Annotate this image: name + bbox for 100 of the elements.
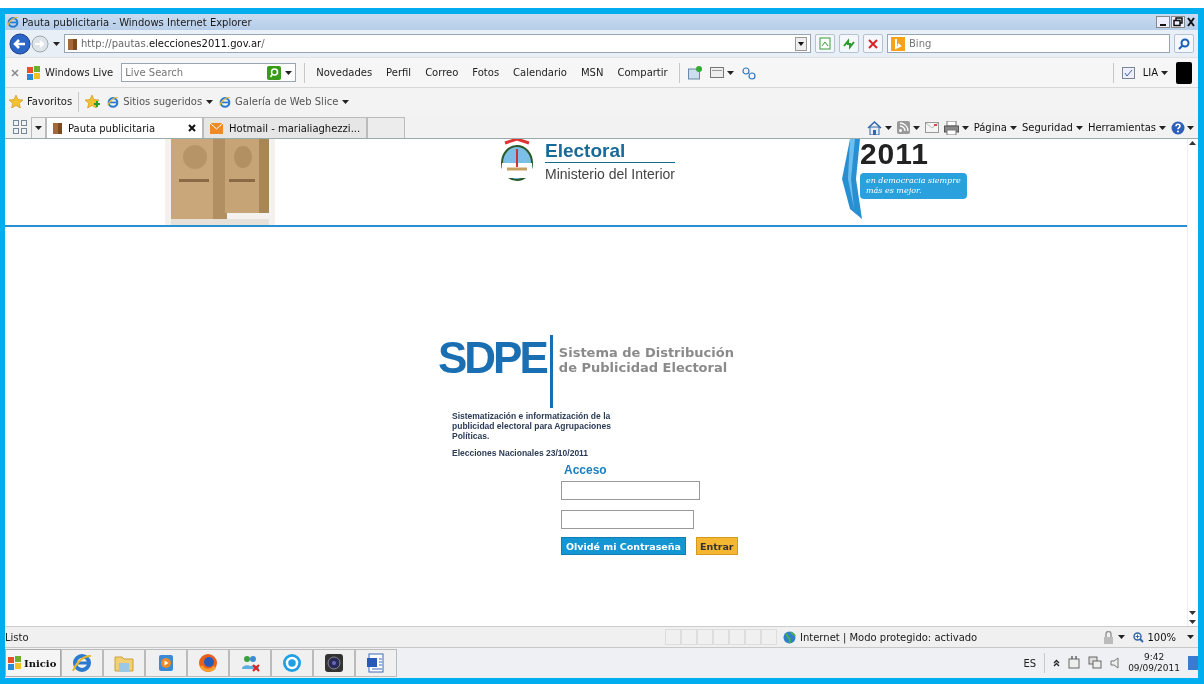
toolbar-brand[interactable]: Windows Live xyxy=(45,67,114,78)
zoom-menu[interactable]: 100% xyxy=(1133,631,1194,643)
globe-icon xyxy=(197,652,220,674)
checkbox-icon[interactable] xyxy=(1121,66,1135,79)
submit-button[interactable]: Entrar xyxy=(695,537,738,555)
toolbar-link[interactable]: Correo xyxy=(422,67,462,78)
address-field[interactable]: http://pautas.elecciones2011.gov.ar/ xyxy=(64,34,811,53)
caret-icon[interactable] xyxy=(342,99,350,104)
webcam-icon xyxy=(323,652,346,674)
taskbar-button[interactable] xyxy=(187,649,230,677)
help-icon[interactable] xyxy=(1171,120,1185,135)
search-field[interactable]: Bing xyxy=(909,38,1166,49)
favorites-item[interactable]: Galería de Web Slice xyxy=(235,96,339,107)
banner-title: Electoral xyxy=(545,140,675,163)
command-menu[interactable]: Herramientas xyxy=(1087,122,1166,133)
toolbar-link[interactable]: Fotos xyxy=(469,67,503,78)
language-indicator[interactable]: ES xyxy=(1023,657,1037,669)
browser-tab[interactable]: Hotmail - marialiaghezzi... xyxy=(203,117,368,138)
caret-icon[interactable] xyxy=(961,125,969,130)
caret-icon[interactable] xyxy=(206,99,214,104)
year-logo: 2011 xyxy=(859,139,931,169)
refresh-icon xyxy=(842,37,856,50)
restore-icon[interactable] xyxy=(1171,16,1185,28)
windows-flag-icon xyxy=(27,65,41,80)
quick-tabs-icon[interactable] xyxy=(13,120,27,134)
caret-icon[interactable] xyxy=(1161,70,1168,75)
magnifier-icon xyxy=(1133,631,1145,643)
command-menu[interactable]: Página xyxy=(973,122,1017,133)
search-box[interactable]: Live Search xyxy=(121,63,297,82)
username-field[interactable] xyxy=(561,481,700,500)
page-icon xyxy=(107,95,120,108)
favorites-item[interactable]: Sitios sugeridos xyxy=(123,96,203,107)
scroll-down-icon[interactable] xyxy=(1188,610,1197,626)
browser-tab[interactable]: Pauta publicitaria xyxy=(46,117,203,138)
favorites-star-icon xyxy=(9,95,23,108)
back-icon[interactable] xyxy=(9,32,31,55)
stop-icon xyxy=(868,38,878,49)
close-icon[interactable] xyxy=(1186,16,1196,28)
stop-button[interactable] xyxy=(863,34,883,53)
taskbar-button[interactable] xyxy=(355,649,398,677)
window-title: Pauta publicitaria - Windows Internet Explorer xyxy=(22,16,252,28)
add-favorite-icon[interactable] xyxy=(85,94,102,109)
close-tab-icon[interactable] xyxy=(188,124,196,132)
printer-icon[interactable] xyxy=(943,120,959,135)
command-menu[interactable]: Seguridad xyxy=(1021,122,1083,133)
chevron-up-icon[interactable] xyxy=(1053,659,1061,667)
mail-icon[interactable] xyxy=(924,122,939,133)
bing-icon xyxy=(891,36,905,51)
security-zone[interactable]: Internet | Modo protegido: activado xyxy=(800,631,978,643)
scrollbar[interactable] xyxy=(1187,139,1198,626)
dropdown-icon[interactable] xyxy=(795,36,807,51)
caret-icon[interactable] xyxy=(1118,635,1126,639)
bag-icon xyxy=(68,37,77,50)
logo-name: Sistema de Distribución de Publicidad Electoral xyxy=(558,345,734,375)
tab-list-caret-icon[interactable] xyxy=(35,126,42,130)
search-field[interactable]: Live Search xyxy=(125,67,264,78)
speaker-icon[interactable] xyxy=(1110,657,1121,669)
search-button[interactable] xyxy=(1174,34,1194,53)
caret-icon[interactable] xyxy=(726,70,734,75)
election-date: Elecciones Nacionales 23/10/2011 xyxy=(452,448,590,458)
toolbar-link[interactable]: MSN xyxy=(577,67,607,78)
browser-logo-icon xyxy=(7,16,19,28)
toolbar-link[interactable]: Novedades xyxy=(313,67,376,78)
taskbar-button[interactable] xyxy=(313,649,356,677)
home-icon[interactable] xyxy=(866,120,882,135)
clock-time[interactable]: 9:42 xyxy=(1143,652,1165,663)
browser-icon xyxy=(71,652,94,674)
window-icon[interactable] xyxy=(709,67,724,78)
network-icon[interactable] xyxy=(1088,656,1103,670)
windows-flag-icon xyxy=(8,656,22,670)
search-icon xyxy=(1178,37,1190,50)
page-icon xyxy=(819,37,831,50)
start-button[interactable]: Inicio xyxy=(5,649,62,677)
favorites-button[interactable]: Favoritos xyxy=(27,96,73,107)
caret-icon xyxy=(1187,635,1194,639)
caret-icon[interactable] xyxy=(912,125,920,130)
refresh-button[interactable] xyxy=(839,34,859,53)
bag-icon xyxy=(53,122,62,134)
caret-icon[interactable] xyxy=(285,70,293,75)
search-box[interactable]: Bing xyxy=(887,34,1170,53)
toolbar-link[interactable]: Calendario xyxy=(510,67,570,78)
history-caret-icon[interactable] xyxy=(53,41,60,46)
minimize-icon[interactable] xyxy=(1156,16,1170,28)
translate-icon[interactable] xyxy=(741,65,756,80)
caret-icon[interactable] xyxy=(1187,125,1194,130)
toolbar-link[interactable]: Perfil xyxy=(383,67,415,78)
photo-add-icon[interactable] xyxy=(687,65,702,80)
globe-icon xyxy=(783,630,796,644)
logo-acronym: SDPE xyxy=(438,335,546,381)
plug-icon[interactable] xyxy=(1068,656,1081,670)
search-icon[interactable] xyxy=(267,65,282,80)
caret-icon[interactable] xyxy=(884,125,892,130)
caret-icon xyxy=(1075,125,1083,130)
user-menu[interactable]: LIA xyxy=(1142,67,1168,78)
chat-icon xyxy=(281,652,304,674)
password-field[interactable] xyxy=(561,510,694,529)
login-heading: Acceso xyxy=(564,463,607,477)
clock-date[interactable]: 09/09/2011 xyxy=(1128,663,1180,674)
toolbar-link[interactable]: Compartir xyxy=(614,67,671,78)
caret-icon xyxy=(1009,125,1017,130)
